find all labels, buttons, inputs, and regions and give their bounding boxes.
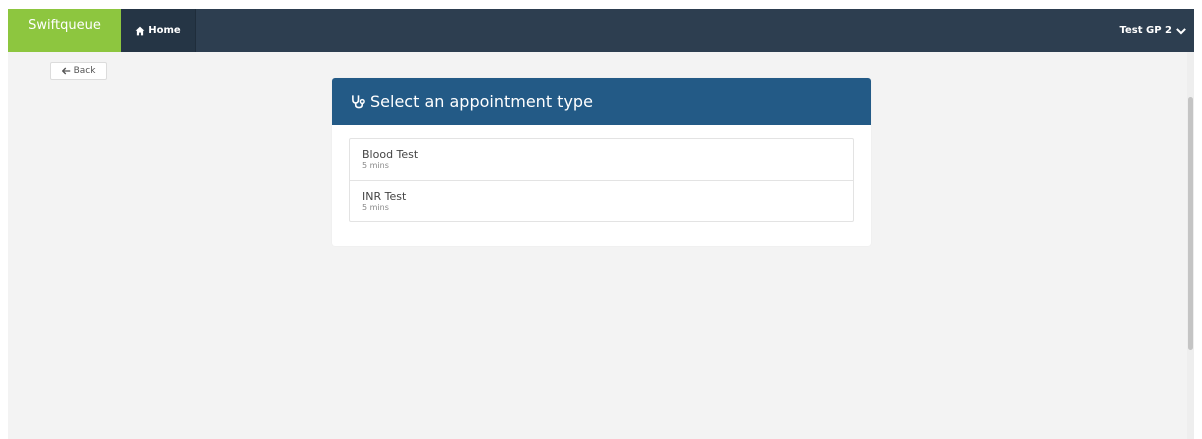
- page-scrollbar[interactable]: [1187, 52, 1194, 439]
- brand-logo[interactable]: Swiftqueue: [8, 9, 121, 52]
- list-item[interactable]: Blood Test 5 mins: [350, 139, 853, 180]
- appointment-name: INR Test: [362, 190, 407, 203]
- scrollbar-thumb[interactable]: [1188, 97, 1193, 350]
- arrow-left-icon: [61, 67, 70, 75]
- nav-home-label: Home: [148, 25, 181, 36]
- nav-home-link[interactable]: Home: [121, 9, 196, 52]
- list-item[interactable]: INR Test 5 mins: [350, 180, 853, 221]
- user-name: Test GP 2: [1119, 25, 1172, 36]
- chevron-down-icon: [1176, 27, 1186, 34]
- appointment-type-panel: Select an appointment type Blood Test 5 …: [332, 78, 871, 246]
- stethoscope-icon: [352, 95, 365, 109]
- appointment-name: Blood Test: [362, 148, 419, 161]
- top-navbar: Swiftqueue Home Test GP 2: [8, 9, 1194, 52]
- appointment-type-list: Blood Test 5 mins INR Test 5 mins: [349, 138, 854, 222]
- appointment-duration: 5 mins: [362, 161, 389, 170]
- back-button-label: Back: [73, 66, 96, 76]
- panel-header: Select an appointment type: [332, 78, 871, 125]
- app-viewport: Swiftqueue Home Test GP 2 Back Select an…: [8, 9, 1194, 439]
- home-icon: [135, 26, 145, 35]
- back-button[interactable]: Back: [50, 62, 107, 80]
- appointment-duration: 5 mins: [362, 203, 389, 212]
- panel-title: Select an appointment type: [370, 92, 593, 111]
- user-menu-toggle[interactable]: Test GP 2: [1120, 9, 1186, 52]
